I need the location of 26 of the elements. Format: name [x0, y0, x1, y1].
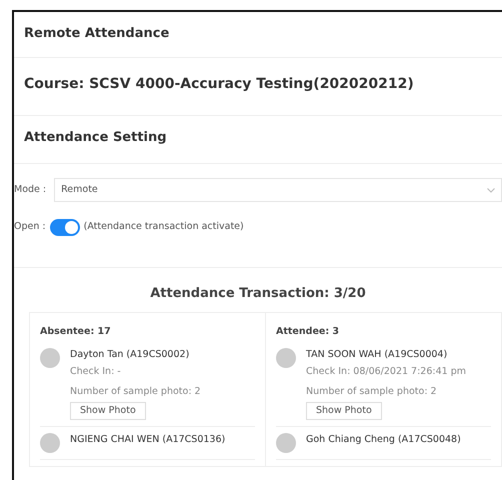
section-title: Attendance Setting	[24, 130, 167, 145]
toggle-note: (Attendance transaction activate)	[84, 220, 244, 234]
transaction-title: Attendance Transaction: 3/20	[150, 286, 366, 301]
chevron-down-icon	[487, 188, 495, 192]
open-label: Open :	[14, 220, 46, 234]
course-title: Course: SCSV 4000-Accuracy Testing(202020212)	[24, 76, 414, 92]
student-name: Goh Chiang Cheng (A17CS0048)	[306, 432, 461, 447]
student-name: Dayton Tan (A19CS0002)	[70, 348, 190, 362]
student-name: NGIENG CHAI WEN (A17CS0136)	[70, 432, 226, 447]
page-title: Remote Attendance	[24, 26, 170, 41]
avatar-icon	[276, 348, 296, 368]
avatar-icon	[276, 432, 296, 453]
group-title: Absentee: 17	[40, 324, 112, 338]
student-name: TAN SOON WAH (A19CS0004)	[306, 348, 448, 362]
check-in-text: Check In: 08/06/2021 7:26:41 pm	[306, 365, 466, 379]
group-title: Attendee: 3	[276, 324, 340, 338]
avatar-icon	[40, 432, 60, 453]
mode-select[interactable]: Remote	[54, 178, 502, 202]
mode-label: Mode :	[14, 182, 46, 197]
photo-count: Number of sample photo: 2	[306, 385, 438, 400]
show-photo-button[interactable]: Show Photo	[306, 402, 382, 420]
photo-count: Number of sample photo: 2	[70, 385, 201, 400]
avatar-icon	[40, 348, 60, 368]
check-in-text: Check In: -	[70, 365, 122, 379]
show-photo-button[interactable]: Show Photo	[70, 402, 146, 420]
toggle-switch[interactable]	[50, 219, 80, 236]
